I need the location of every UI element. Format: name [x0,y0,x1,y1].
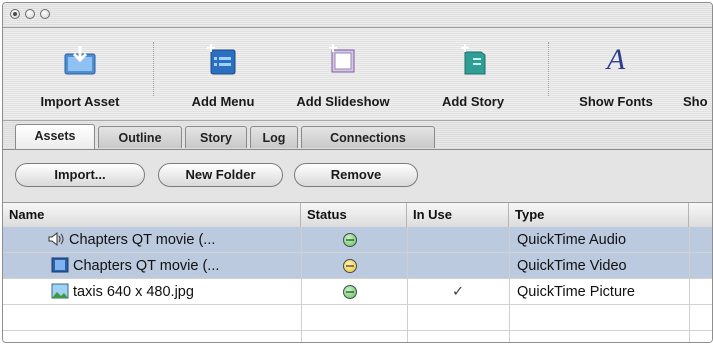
add-menu-button[interactable]: Add Menu [175,28,271,120]
tab-connections[interactable]: Connections [301,126,435,148]
add-story-icon [461,44,486,75]
import-asset-icon [64,46,96,75]
toolbar-overflow-item[interactable]: Sho [683,28,712,120]
row-type: QuickTime Video [517,258,627,274]
toolbar-item-label: Add Menu [191,94,255,109]
remove-button[interactable]: Remove [294,163,418,187]
fonts-icon: A [606,43,626,76]
show-fonts-button[interactable]: A Show Fonts [563,28,669,120]
toolbar-item-label: Import Asset [40,94,120,109]
row-type: QuickTime Audio [517,232,627,248]
status-indicator-green [343,285,357,299]
minimize-button[interactable] [25,9,35,19]
toolbar-separator [153,42,154,96]
speaker-icon [48,231,64,247]
row-name: Chapters QT movie (... [73,258,220,274]
row-name: Chapters QT movie (... [69,232,216,248]
column-divider [301,227,302,342]
column-divider [407,227,408,342]
video-icon [51,257,69,273]
assets-pane: Import... New Folder Remove Name Status … [3,149,712,342]
tab-assets[interactable]: Assets [15,124,95,149]
add-menu-icon [207,44,236,75]
toolbar-item-label: Add Story [441,94,505,109]
app-window: Import Asset Add Menu Add Slideshow Add … [2,2,713,343]
column-divider [689,227,690,342]
table-row[interactable]: Chapters QT movie (... QuickTime Video [3,253,712,279]
status-indicator-yellow [343,259,357,273]
column-header-name[interactable]: Name [3,203,301,227]
toolbar: Import Asset Add Menu Add Slideshow Add … [3,28,712,121]
in-use-checkmark: ✓ [452,284,465,300]
close-button[interactable] [10,9,20,19]
new-folder-button[interactable]: New Folder [158,163,283,187]
column-header-type[interactable]: Type [509,203,689,227]
column-header-status[interactable]: Status [301,203,407,227]
tab-log[interactable]: Log [250,126,298,148]
table-header: Name Status In Use Type [3,202,712,228]
toolbar-item-label: Show Fonts [579,94,653,109]
toolbar-item-label: Sho [683,94,708,109]
add-story-button[interactable]: Add Story [423,28,523,120]
row-type: QuickTime Picture [517,284,635,300]
tab-strip: Assets Outline Story Log Connections [3,121,712,149]
tab-story[interactable]: Story [185,126,247,148]
column-header-in-use[interactable]: In Use [407,203,509,227]
toolbar-separator [548,42,549,96]
column-divider [509,227,510,342]
table-row[interactable]: Chapters QT movie (... QuickTime Audio [3,227,712,253]
import-button[interactable]: Import... [15,163,145,187]
row-in-use [451,253,491,279]
picture-icon [51,283,69,299]
add-slideshow-button[interactable]: Add Slideshow [278,28,408,120]
row-name: taxis 640 x 480.jpg [73,284,194,300]
assets-table: Chapters QT movie (... QuickTime Audio C… [3,227,712,342]
zoom-button[interactable] [40,9,50,19]
toolbar-item-label: Add Slideshow [296,94,390,109]
tab-outline[interactable]: Outline [98,126,182,148]
table-row[interactable]: taxis 640 x 480.jpg ✓ QuickTime Picture [3,279,712,305]
status-indicator-green [343,233,357,247]
add-slideshow-icon [329,44,355,73]
empty-row [3,305,712,331]
title-bar [3,3,712,28]
import-asset-button[interactable]: Import Asset [17,28,143,120]
row-in-use [451,227,491,253]
